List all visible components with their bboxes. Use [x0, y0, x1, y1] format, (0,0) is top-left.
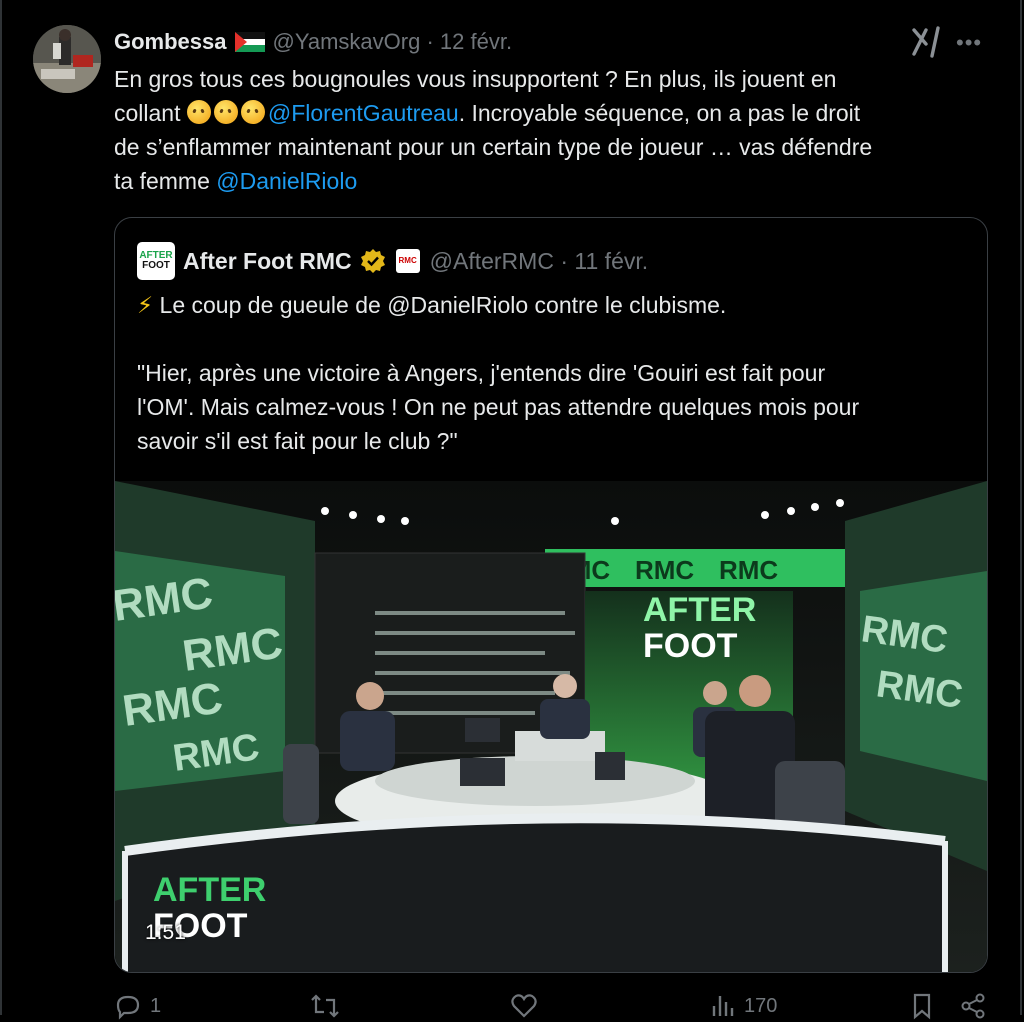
views-count: 170: [744, 994, 778, 1017]
heart-icon: [511, 994, 537, 1018]
timeline-border-left: [0, 0, 2, 1015]
retweet-button[interactable]: [310, 992, 340, 1020]
date-separator: ·: [420, 29, 440, 54]
reply-button[interactable]: 1: [114, 992, 161, 1020]
tweet-date[interactable]: 12 févr.: [440, 29, 512, 55]
video-frame: RMC RMC RMC RMC RMC RMC RMC RMC RMC: [115, 481, 987, 972]
tweet-header: Gombessa @YamskavOrg · 12 févr.: [114, 26, 512, 58]
quoted-author-name[interactable]: After Foot RMC: [183, 248, 352, 275]
quoted-text-line: l'OM'. Mais calmez-vous ! On ne peut pas…: [137, 394, 860, 420]
views-chart-icon: [712, 996, 734, 1016]
quoted-text-blank: [137, 322, 967, 356]
bookmark-button[interactable]: [910, 992, 934, 1020]
reply-count: 1: [150, 994, 162, 1017]
quoted-tweet-date[interactable]: 11 févr.: [574, 248, 648, 275]
retweet-icon: [311, 994, 339, 1018]
author-name[interactable]: Gombessa: [114, 29, 227, 55]
mention-link[interactable]: @DanielRiolo: [216, 168, 357, 194]
tweet-text-line: En gros tous ces bougnoules vous insuppo…: [114, 66, 837, 92]
quoted-text-line: ⚡ Le coup de gueule de @DanielRiolo cont…: [137, 292, 727, 318]
share-icon: [961, 993, 985, 1019]
tweet-text: En gros tous ces bougnoules vous insuppo…: [114, 62, 984, 198]
action-bar: 1 170: [114, 992, 994, 1022]
quoted-tweet-text: ⚡ Le coup de gueule de @DanielRiolo cont…: [137, 288, 967, 458]
grok-icon[interactable]: [910, 26, 944, 58]
angry-face-emoji-icon: [186, 100, 211, 124]
verified-gold-badge-icon: [360, 249, 385, 273]
author-avatar[interactable]: [33, 25, 101, 93]
bookmark-icon: [913, 993, 931, 1020]
quoted-tweet-header: After Foot RMC RMC @AfterRMC · 11 févr.: [183, 242, 648, 280]
quoted-author-avatar[interactable]: AFTER FOOT: [137, 242, 175, 280]
like-button[interactable]: [510, 992, 538, 1020]
quoted-text-line: "Hier, après une victoire à Angers, j'en…: [137, 360, 826, 386]
svg-text:AFTER: AFTER: [153, 871, 266, 909]
svg-text:RMC: RMC: [719, 555, 778, 585]
svg-text:RMC: RMC: [635, 555, 694, 585]
views-button[interactable]: 170: [710, 992, 777, 1020]
share-button[interactable]: [960, 992, 986, 1020]
date-separator: ·: [553, 247, 575, 274]
svg-text:AFTER: AFTER: [643, 591, 756, 629]
lightning-emoji-icon: ⚡: [137, 292, 154, 318]
mention-link[interactable]: @FlorentGautreau: [268, 100, 459, 126]
tweet-text-line: de s’enflammer maintenant pour un certai…: [114, 134, 873, 160]
angry-face-emoji-icon: [240, 100, 265, 124]
angry-face-emoji-icon: [213, 100, 238, 124]
palestine-flag-icon: [234, 32, 265, 52]
reply-icon: [116, 995, 140, 1020]
tweet-text-line: collant @FlorentGautreau. Incroyable séq…: [114, 100, 861, 126]
author-handle[interactable]: @YamskavOrg: [273, 29, 421, 55]
more-options-icon[interactable]: •••: [956, 30, 982, 56]
video-player[interactable]: RMC RMC RMC RMC RMC RMC RMC RMC RMC: [115, 481, 987, 972]
timeline-border-right: [1020, 0, 1022, 1015]
quoted-tweet[interactable]: AFTER FOOT After Foot RMC RMC @AfterRMC …: [114, 217, 988, 973]
quoted-text-line: savoir s'il est fait pour le club ?": [137, 428, 458, 454]
affiliate-badge[interactable]: RMC: [395, 249, 420, 273]
video-duration: 1:51: [145, 921, 186, 944]
quoted-author-handle[interactable]: @AfterRMC: [430, 248, 554, 275]
svg-text:FOOT: FOOT: [643, 627, 738, 665]
tweet-text-line: ta femme @DanielRiolo: [114, 168, 358, 194]
